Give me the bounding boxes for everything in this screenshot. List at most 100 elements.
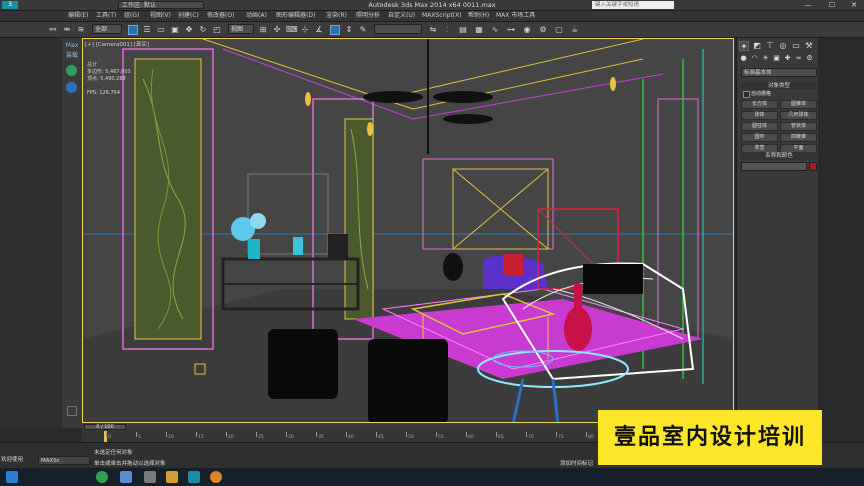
- menu-graph-editors[interactable]: 图形编辑器(D): [276, 11, 315, 21]
- render-setup-icon[interactable]: ⚙: [538, 25, 548, 35]
- start-icon[interactable]: [6, 471, 18, 483]
- geometry-icon[interactable]: ●: [739, 54, 748, 63]
- track-bar-tick-label: 45: [378, 435, 384, 440]
- select-by-name-icon[interactable]: ☰: [142, 25, 152, 35]
- spinner-snap-icon[interactable]: ⇕: [344, 25, 354, 35]
- app-icon[interactable]: [120, 471, 132, 483]
- material-editor-icon[interactable]: ◉: [522, 25, 532, 35]
- move-icon[interactable]: ✥: [184, 25, 194, 35]
- menu-view[interactable]: 视图(V): [150, 11, 171, 21]
- object-name-input[interactable]: [741, 162, 807, 171]
- app-icon[interactable]: [210, 471, 222, 483]
- angle-snap-icon[interactable]: ∡: [314, 25, 324, 35]
- utilities-tab-icon[interactable]: ⚒: [804, 41, 814, 51]
- menu-lighting-analysis[interactable]: 照明分析: [356, 11, 380, 21]
- track-bar-tick: [346, 432, 347, 437]
- collapse-icon[interactable]: [67, 406, 77, 416]
- link-icon[interactable]: ⚯: [48, 25, 58, 35]
- menu-customize[interactable]: 自定义(U): [388, 11, 415, 21]
- pyramid-button[interactable]: 四棱锥: [780, 133, 817, 142]
- graphite-toggle-icon[interactable]: ▦: [474, 25, 484, 35]
- hierarchy-tab-icon[interactable]: ⊤: [765, 41, 775, 51]
- reference-coordinate-dropdown[interactable]: 视图: [228, 24, 254, 34]
- menu-animation[interactable]: 动画(A): [246, 11, 267, 21]
- cone-button[interactable]: 圆锥体: [780, 100, 817, 109]
- maximize-button[interactable]: ☐: [824, 0, 840, 10]
- layer-manager-icon[interactable]: ▤: [458, 25, 468, 35]
- cameras-icon[interactable]: ▣: [772, 54, 781, 63]
- stats-line: 总计: [87, 62, 98, 68]
- shapes-icon[interactable]: ◠: [750, 54, 759, 63]
- cylinder-button[interactable]: 圆柱体: [741, 122, 778, 131]
- command-panel-tabs: ✦ ◩ ⊤ ◎ ▭ ⚒: [739, 41, 817, 51]
- sphere-button[interactable]: 球体: [741, 111, 778, 120]
- 3dsmax-taskbar-icon[interactable]: [188, 471, 200, 483]
- primitive-category-dropdown[interactable]: 标准基本体: [741, 68, 817, 77]
- modify-tab-icon[interactable]: ◩: [752, 41, 762, 51]
- schematic-view-icon[interactable]: ⊶: [506, 25, 516, 35]
- check-shield-icon[interactable]: [66, 65, 77, 76]
- create-tab-icon[interactable]: ✦: [739, 41, 749, 51]
- name-color-header[interactable]: 名称和颜色: [741, 152, 817, 160]
- autogrid-checkbox[interactable]: 自动栅格: [741, 90, 817, 98]
- file-explorer-icon[interactable]: [166, 471, 178, 483]
- tube-button[interactable]: 管状体: [780, 122, 817, 131]
- menu-modifiers[interactable]: 修改器(O): [207, 11, 234, 21]
- lights-icon[interactable]: ☀: [761, 54, 770, 63]
- track-bar-tick-label: 0: [108, 435, 111, 440]
- keyboard-shortcut-icon[interactable]: ⌨: [286, 25, 298, 35]
- command-panel: ✦ ◩ ⊤ ◎ ▭ ⚒ ● ◠ ☀ ▣ ✚ ≈ ⚙ 标准基本体 对象类型 自动栅…: [736, 38, 819, 428]
- snap-toggle-icon[interactable]: ⊹: [300, 25, 310, 35]
- object-type-header[interactable]: 对象类型: [741, 82, 817, 90]
- menu-group[interactable]: 组(G): [124, 11, 139, 21]
- object-color-swatch[interactable]: [809, 162, 817, 171]
- search-input[interactable]: 键入关键字或短语: [592, 1, 674, 9]
- motion-tab-icon[interactable]: ◎: [778, 41, 788, 51]
- mirror-icon[interactable]: ⇋: [428, 25, 438, 35]
- menu-create[interactable]: 创建(C): [178, 11, 199, 21]
- menu-maxscript[interactable]: MAXScript(X): [422, 11, 462, 21]
- rotate-icon[interactable]: ↻: [198, 25, 208, 35]
- browser-icon[interactable]: [96, 471, 108, 483]
- camera-viewport[interactable]: [+] [Camera001] [真实] 总计 多边形: 5,467,003 顶…: [82, 38, 734, 423]
- align-icon[interactable]: ⫶: [442, 25, 452, 35]
- box-button[interactable]: 长方体: [741, 100, 778, 109]
- menu-rendering[interactable]: 渲染(R): [326, 11, 347, 21]
- maxscript-mini-listener[interactable]: MAXSc: [38, 456, 90, 465]
- unlink-icon[interactable]: ⚮: [62, 25, 72, 35]
- add-time-tag[interactable]: 添加时间标记: [560, 459, 593, 467]
- minimize-button[interactable]: —: [800, 0, 816, 10]
- rendered-frame-window-icon[interactable]: ▢: [554, 25, 564, 35]
- rectangle-selection-icon[interactable]: ▭: [156, 25, 166, 35]
- systems-icon[interactable]: ⚙: [805, 54, 814, 63]
- geosphere-button[interactable]: 几何球体: [780, 111, 817, 120]
- pivot-center-icon[interactable]: ⊞: [258, 25, 268, 35]
- select-manipulate-icon[interactable]: ✣: [272, 25, 282, 35]
- display-tab-icon[interactable]: ▭: [791, 41, 801, 51]
- close-button[interactable]: ✕: [846, 0, 862, 10]
- render-production-icon[interactable]: ☕: [570, 25, 580, 35]
- menu-edit[interactable]: 编辑(E): [68, 11, 88, 21]
- scale-icon[interactable]: ◰: [212, 25, 222, 35]
- select-object-button[interactable]: [128, 25, 138, 35]
- helpers-icon[interactable]: ✚: [783, 54, 792, 63]
- bind-spacewarp-icon[interactable]: ≋: [76, 25, 86, 35]
- menu-help[interactable]: 帮助(H): [468, 11, 489, 21]
- torus-button[interactable]: 圆环: [741, 133, 778, 142]
- named-selection-sets-dropdown[interactable]: [374, 24, 422, 34]
- spacewarps-icon[interactable]: ≈: [794, 54, 803, 63]
- security-shield-icon[interactable]: [66, 82, 77, 93]
- viewport-label[interactable]: [+] [Camera001] [真实]: [85, 40, 149, 48]
- curve-editor-icon[interactable]: ∿: [490, 25, 500, 35]
- window-crossing-icon[interactable]: ▣: [170, 25, 180, 35]
- time-slider[interactable]: 0 / 100: [84, 424, 126, 430]
- app-icon[interactable]: [144, 471, 156, 483]
- viewport-statistics: 总计 多边形: 5,467,003 顶点: 5,490,288 FPS: 126…: [87, 62, 131, 97]
- menu-max-market[interactable]: MAX 市场工具: [496, 11, 535, 21]
- track-bar-tick-label: 10: [168, 435, 174, 440]
- window-title: Autodesk 3ds Max 2014 x64 0011.max: [368, 1, 496, 9]
- selection-filter-dropdown[interactable]: 全部: [92, 24, 122, 34]
- menu-tools[interactable]: 工具(T): [96, 11, 116, 21]
- percent-snap-button[interactable]: [330, 25, 340, 35]
- edit-named-selection-icon[interactable]: ✎: [358, 25, 368, 35]
